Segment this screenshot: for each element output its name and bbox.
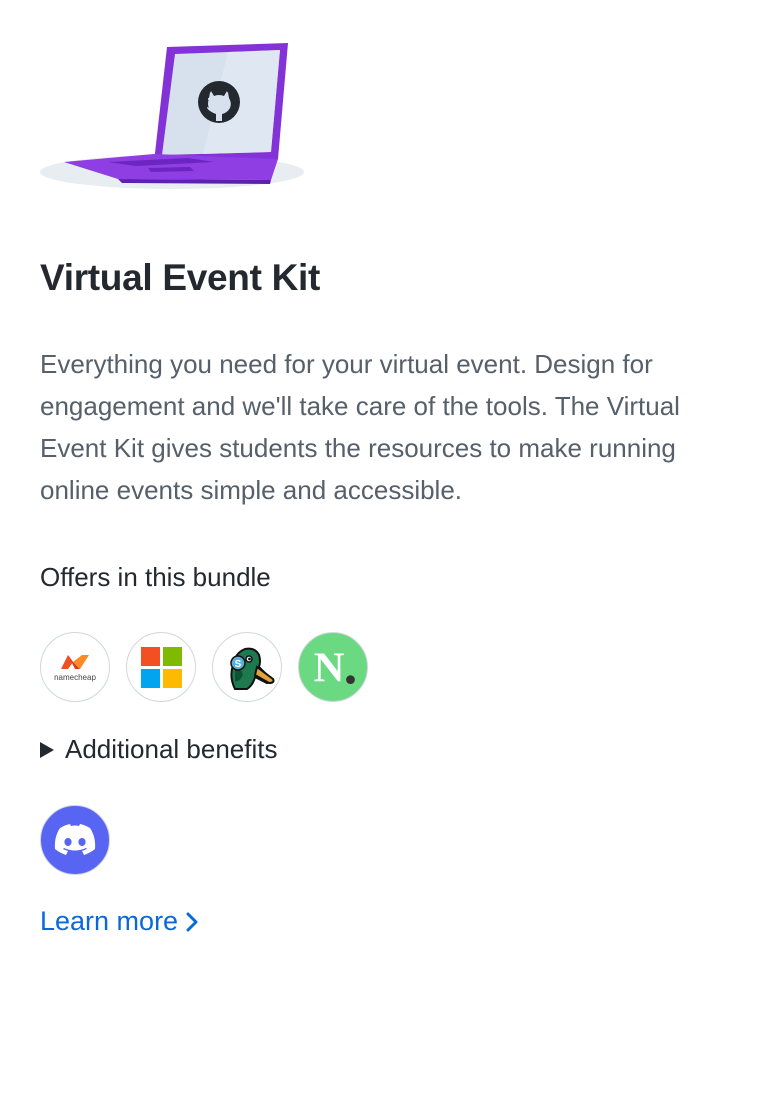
namecheap-wordmark: namecheap: [54, 672, 96, 682]
additional-benefits-toggle[interactable]: Additional benefits: [40, 734, 277, 765]
virtual-event-kit-card: Virtual Event Kit Everything you need fo…: [0, 0, 770, 1112]
n-logo-icon: N: [314, 645, 355, 692]
card-description: Everything you need for your virtual eve…: [40, 349, 680, 505]
offer-namecheap[interactable]: namecheap: [40, 632, 110, 702]
learn-more-link[interactable]: Learn more: [40, 906, 198, 937]
disclosure-triangle-icon: [40, 741, 54, 758]
benefits-list: [40, 805, 110, 875]
learn-more-label: Learn more: [40, 906, 179, 936]
laptop-illustration: [40, 43, 304, 189]
card-title: Virtual Event Kit: [40, 257, 321, 298]
microsoft-logo-icon: [140, 646, 182, 688]
duck-badge: S: [235, 659, 242, 670]
offer-microsoft[interactable]: [126, 632, 196, 702]
offers-list: namecheap S N: [40, 632, 368, 702]
namecheap-logo-icon: namecheap: [54, 653, 96, 682]
benefit-discord[interactable]: [40, 805, 110, 875]
offer-duck[interactable]: S: [212, 632, 282, 702]
discord-logo-icon: [54, 824, 96, 855]
n-logo-letter: N: [314, 645, 345, 692]
additional-benefits-label: Additional benefits: [65, 734, 278, 764]
duck-logo-icon: S: [230, 647, 275, 690]
offers-heading: Offers in this bundle: [40, 562, 271, 592]
offer-n[interactable]: N: [298, 632, 368, 702]
chevron-right-icon: [186, 912, 198, 931]
